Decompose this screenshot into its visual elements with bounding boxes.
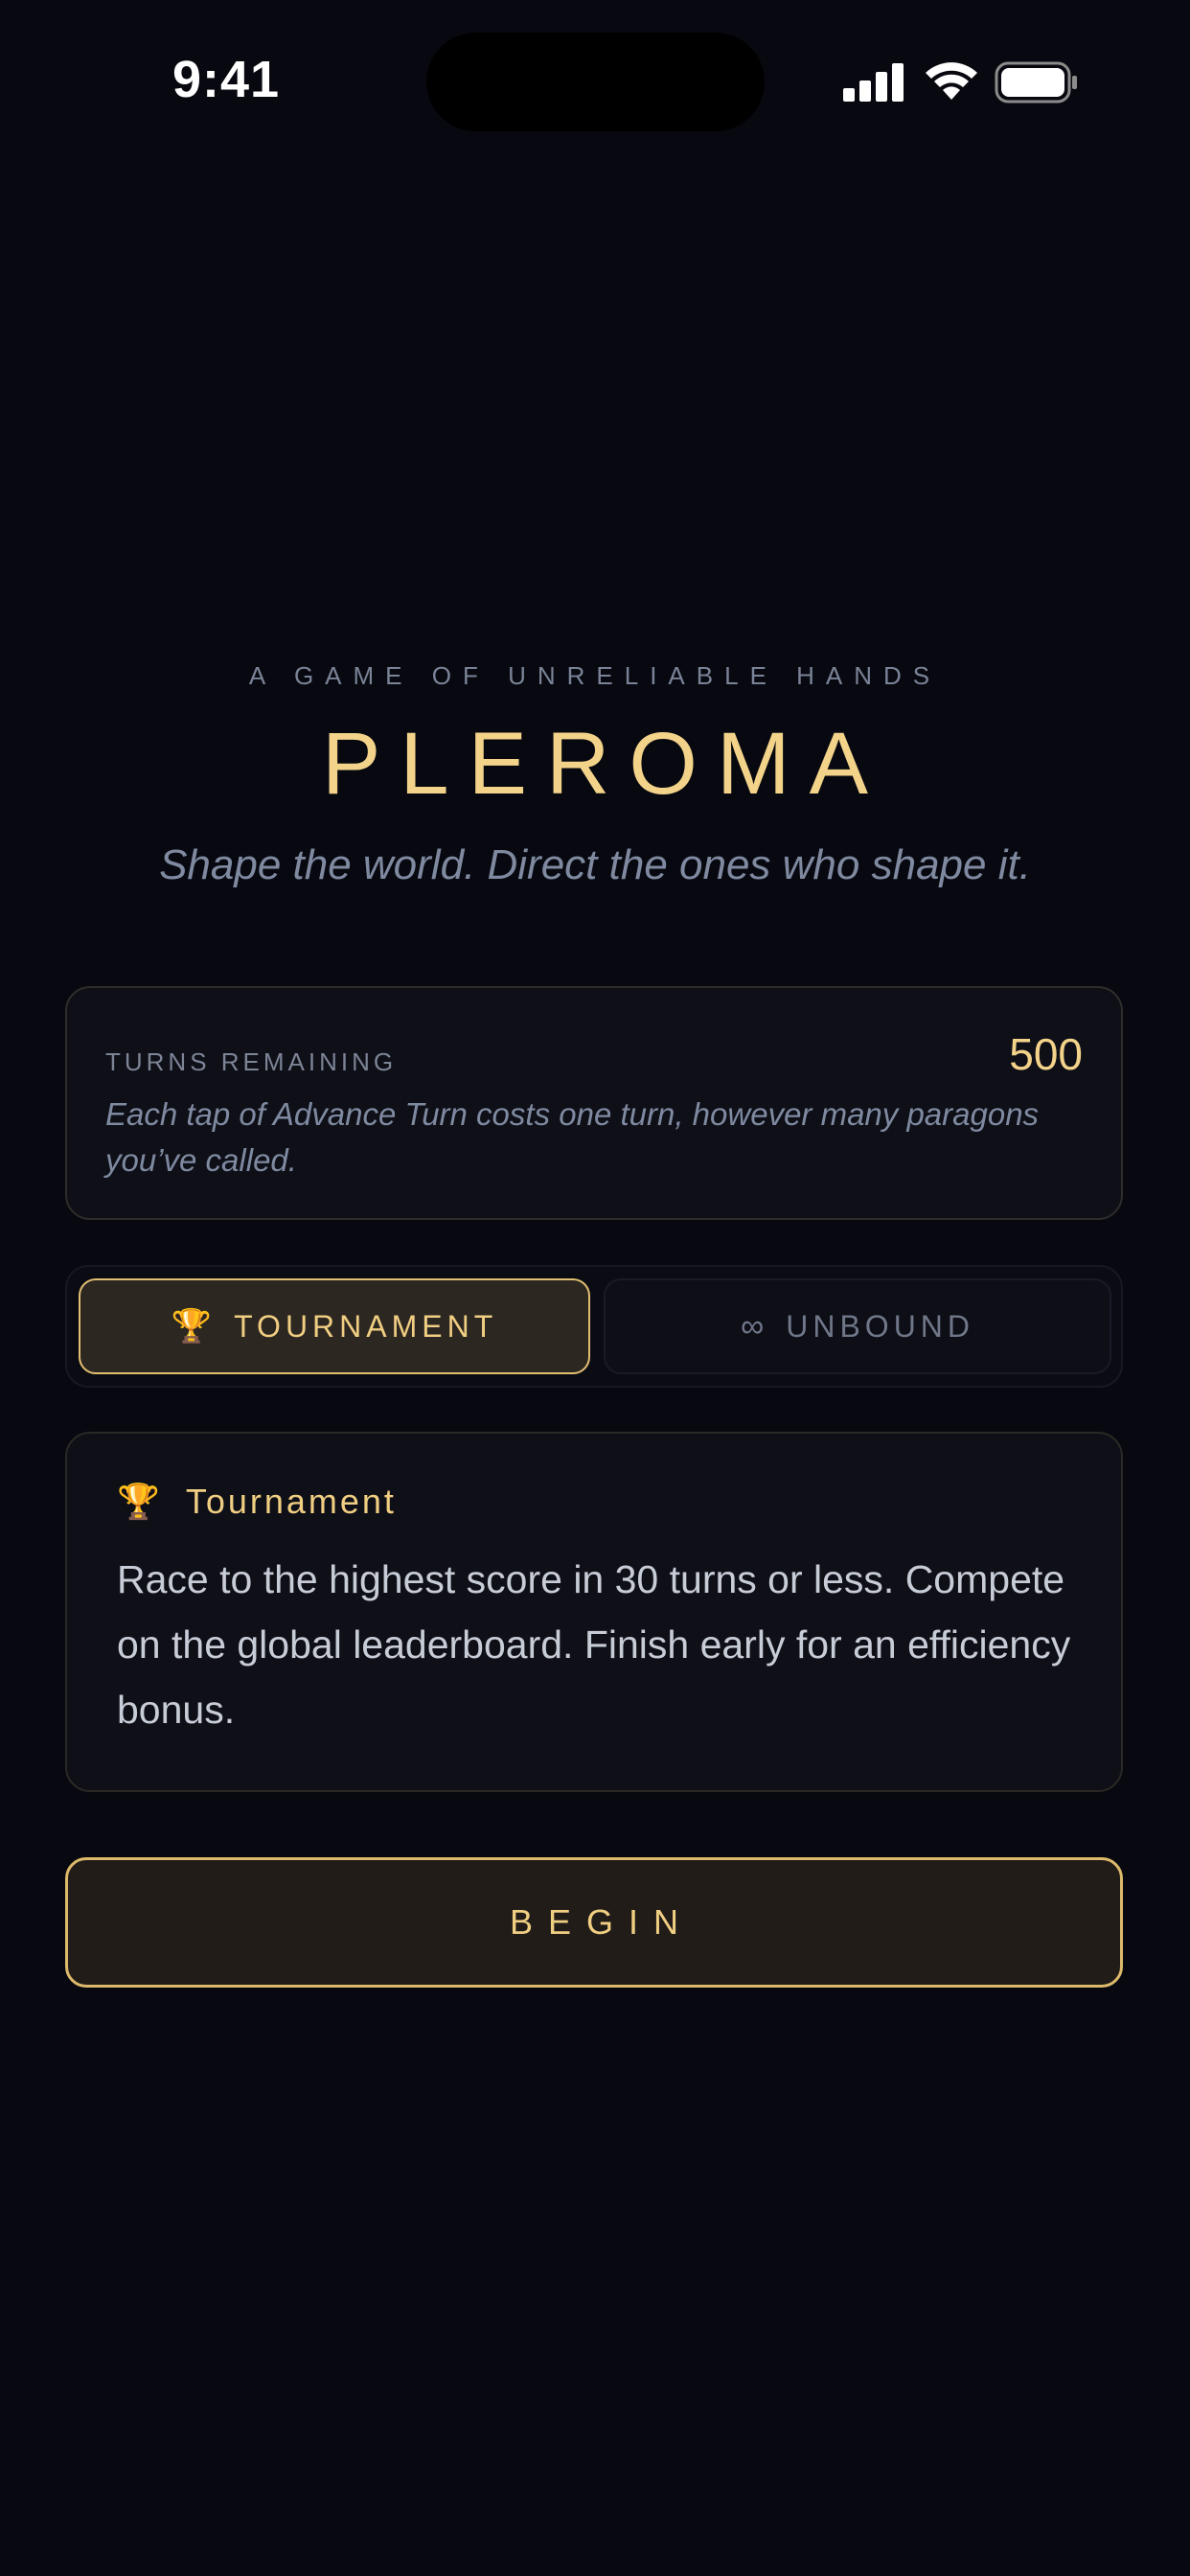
tournament-mode-button[interactable]: 🏆 TOURNAMENT	[79, 1278, 590, 1374]
begin-button[interactable]: BEGIN	[65, 1857, 1123, 1988]
status-icons	[843, 59, 1083, 105]
tagline: Shape the world. Direct the ones who sha…	[159, 841, 1031, 888]
game-title: PLEROMA	[322, 715, 887, 813]
mode-description-card: 🏆 Tournament Race to the highest score i…	[65, 1432, 1123, 1792]
dynamic-island	[426, 33, 765, 131]
turns-note: Each tap of Advance Turn costs one turn,…	[105, 1096, 1040, 1178]
status-bar: 9:41	[0, 0, 1190, 163]
unbound-mode-label: UNBOUND	[786, 1308, 975, 1344]
unbound-mode-button[interactable]: ∞ UNBOUND	[604, 1278, 1111, 1374]
status-time: 9:41	[172, 51, 281, 108]
turns-card: TURNS REMAINING 500 Each tap of Advance …	[65, 986, 1123, 1220]
mode-description-body: Race to the highest score in 30 turns or…	[117, 1557, 1071, 1732]
tournament-mode-label: TOURNAMENT	[234, 1308, 498, 1344]
turns-remaining-value: 500	[1009, 1029, 1083, 1079]
trophy-icon: 🏆	[117, 1482, 163, 1521]
mode-description-title: Tournament	[185, 1482, 397, 1521]
mode-description-heading: 🏆 Tournament	[117, 1482, 397, 1522]
wifi-icon	[926, 62, 977, 100]
infinity-icon: ∞	[740, 1307, 769, 1345]
signal-icon	[843, 63, 904, 102]
turns-remaining-label: TURNS REMAINING	[105, 1047, 398, 1076]
mode-toggle: 🏆 TOURNAMENT ∞ UNBOUND	[65, 1265, 1123, 1388]
kicker-text: A GAME OF UNRELIABLE HANDS	[248, 661, 942, 690]
battery-icon	[995, 61, 1077, 104]
trophy-icon: 🏆	[171, 1308, 217, 1345]
